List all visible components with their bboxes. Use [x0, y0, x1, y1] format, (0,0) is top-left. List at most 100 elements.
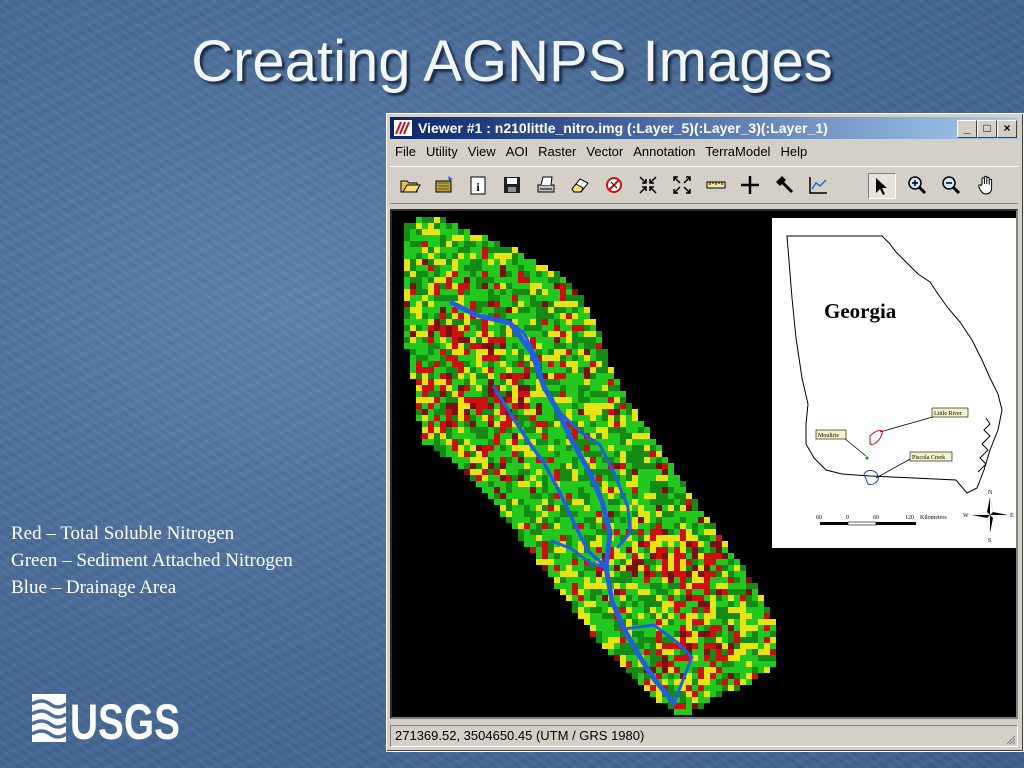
- open-layer-button[interactable]: [431, 173, 457, 197]
- raster-cell: [512, 349, 518, 355]
- raster-cell: [686, 547, 692, 553]
- ruler-button[interactable]: [703, 173, 729, 197]
- fit-arrows-button[interactable]: [669, 173, 695, 197]
- profile-button[interactable]: [805, 173, 831, 197]
- raster-cell: [722, 673, 728, 679]
- raster-cell: [578, 349, 584, 355]
- raster-cell: [452, 277, 458, 283]
- save-button[interactable]: [499, 173, 525, 197]
- raster-cell: [518, 355, 524, 361]
- raster-cell: [674, 607, 680, 613]
- raster-cell: [638, 667, 644, 673]
- raster-cell: [554, 373, 560, 379]
- raster-cell: [446, 295, 452, 301]
- raster-cell: [758, 613, 764, 619]
- raster-cell: [560, 373, 566, 379]
- maximize-button[interactable]: □: [977, 120, 997, 138]
- raster-cell: [506, 331, 512, 337]
- raster-cell: [542, 301, 548, 307]
- raster-cell: [698, 511, 704, 517]
- menu-raster[interactable]: Raster: [533, 142, 581, 162]
- raster-cell: [674, 565, 680, 571]
- minimize-button[interactable]: _: [957, 120, 977, 138]
- raster-cell: [632, 445, 638, 451]
- raster-cell: [434, 391, 440, 397]
- zoom-in-button[interactable]: [904, 173, 930, 197]
- raster-cell: [530, 541, 536, 547]
- raster-cell: [584, 355, 590, 361]
- raster-cell: [668, 583, 674, 589]
- pointer-button[interactable]: [868, 173, 896, 199]
- raster-cell: [650, 511, 656, 517]
- eraser-button[interactable]: [567, 173, 593, 197]
- raster-cell: [752, 661, 758, 667]
- crosshair-button[interactable]: [737, 173, 763, 197]
- pan-button[interactable]: [974, 173, 1000, 197]
- clear-button[interactable]: [601, 173, 627, 197]
- raster-cell: [656, 511, 662, 517]
- raster-cell: [560, 589, 566, 595]
- raster-cell: [488, 457, 494, 463]
- print-button[interactable]: [533, 173, 559, 197]
- menu-annotation[interactable]: Annotation: [628, 142, 700, 162]
- raster-cell: [482, 355, 488, 361]
- menu-terramodel[interactable]: TerraModel: [700, 142, 775, 162]
- raster-cell: [428, 439, 434, 445]
- raster-cell: [596, 577, 602, 583]
- raster-cell: [590, 427, 596, 433]
- raster-cell: [506, 385, 512, 391]
- menu-utility[interactable]: Utility: [421, 142, 463, 162]
- zoom-out-button[interactable]: [938, 173, 964, 197]
- raster-cell: [560, 535, 566, 541]
- raster-cell: [464, 421, 470, 427]
- raster-cell: [542, 361, 548, 367]
- raster-cell: [734, 637, 740, 643]
- raster-cell: [596, 421, 602, 427]
- raster-cell: [722, 541, 728, 547]
- raster-cell: [602, 625, 608, 631]
- raster-cell: [500, 295, 506, 301]
- raster-cell: [602, 421, 608, 427]
- raster-cell: [596, 463, 602, 469]
- raster-cell: [554, 517, 560, 523]
- usgs-logo-text: USGS: [70, 694, 180, 744]
- raster-cell: [566, 565, 572, 571]
- map-canvas[interactable]: Georgia Little River Moultrie Piscola Cr…: [390, 209, 1018, 719]
- raster-cell: [716, 673, 722, 679]
- window-titlebar[interactable]: Viewer #1 : n210little_nitro.img (:Layer…: [390, 117, 1018, 139]
- menu-view[interactable]: View: [463, 142, 501, 162]
- raster-cell: [644, 439, 650, 445]
- raster-cell: [440, 445, 446, 451]
- raster-cell: [674, 667, 680, 673]
- raster-cell: [590, 343, 596, 349]
- raster-cell: [644, 541, 650, 547]
- raster-cell: [644, 601, 650, 607]
- raster-cell: [752, 637, 758, 643]
- resize-grip-icon[interactable]: [1004, 733, 1016, 745]
- raster-cell: [746, 637, 752, 643]
- raster-cell: [500, 409, 506, 415]
- raster-cell: [416, 313, 422, 319]
- raster-cell: [464, 229, 470, 235]
- menu-file[interactable]: File: [390, 142, 421, 162]
- close-button[interactable]: ×: [997, 120, 1017, 138]
- raster-cell: [638, 421, 644, 427]
- raster-cell: [626, 409, 632, 415]
- menu-aoi[interactable]: AOI: [501, 142, 533, 162]
- raster-cell: [548, 457, 554, 463]
- raster-cell: [494, 295, 500, 301]
- zoom-in-arrows-button[interactable]: [635, 173, 661, 197]
- menu-help[interactable]: Help: [775, 142, 812, 162]
- raster-cell: [494, 415, 500, 421]
- raster-cell: [506, 271, 512, 277]
- menu-vector[interactable]: Vector: [581, 142, 628, 162]
- hammer-button[interactable]: [771, 173, 797, 197]
- raster-cell: [548, 565, 554, 571]
- raster-cell: [506, 343, 512, 349]
- raster-cell: [422, 403, 428, 409]
- open-button[interactable]: [397, 173, 423, 197]
- raster-cell: [524, 451, 530, 457]
- raster-cell: [596, 379, 602, 385]
- raster-cell: [650, 553, 656, 559]
- info-button[interactable]: i: [465, 173, 491, 197]
